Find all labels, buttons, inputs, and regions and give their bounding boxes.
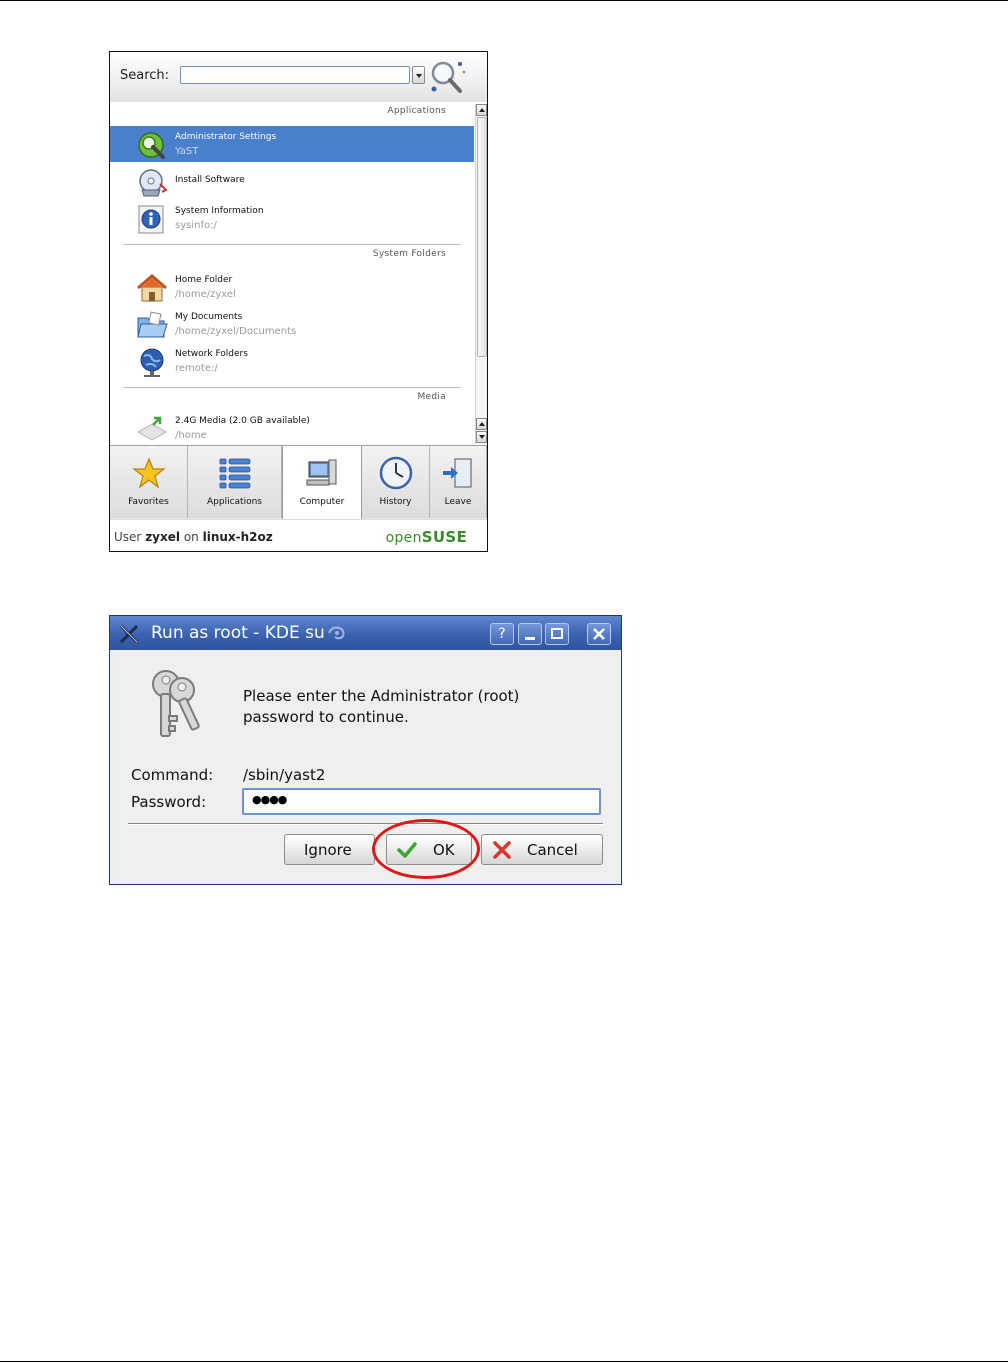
list-item-my-documents[interactable]: My Documents /home/zyxel/Documents xyxy=(110,306,474,342)
item-title: Home Folder xyxy=(175,275,233,285)
dialog-divider xyxy=(128,823,603,824)
scroll-up-button[interactable] xyxy=(476,104,487,116)
kickoff-tab-bar: Favorites Applications Computer History … xyxy=(110,445,487,522)
maximize-icon xyxy=(551,628,563,639)
search-bar: Search: xyxy=(110,52,487,102)
list-item-network-folders[interactable]: Network Folders remote:/ xyxy=(110,343,474,379)
opensuse-logo: openSUSE xyxy=(386,528,467,546)
help-button-label: ? xyxy=(498,626,506,642)
brand-suffix: SUSE xyxy=(421,528,467,546)
kde-swirl-icon xyxy=(328,626,345,640)
brand-prefix: open xyxy=(385,530,422,546)
kdesu-app-icon xyxy=(119,624,139,644)
ok-highlight-circle xyxy=(372,819,480,879)
item-title: My Documents xyxy=(175,312,243,322)
scroll-up-button[interactable] xyxy=(476,418,487,430)
list-item-administrator-settings[interactable]: Administrator Settings YaST xyxy=(110,126,474,162)
tab-applications[interactable]: Applications xyxy=(188,446,282,518)
page-bottom-rule xyxy=(0,1361,1008,1362)
computer-icon xyxy=(306,459,337,486)
section-divider xyxy=(124,244,460,245)
search-label: Search: xyxy=(120,68,170,83)
item-subtitle: /home/zyxel xyxy=(175,289,236,300)
network-icon xyxy=(140,348,164,377)
ignore-button[interactable]: Ignore xyxy=(284,834,375,865)
item-title: Administrator Settings xyxy=(175,132,277,142)
info-icon xyxy=(138,205,164,234)
command-label: Command: xyxy=(131,766,214,784)
folder-icon xyxy=(137,311,168,338)
search-input[interactable] xyxy=(180,66,410,84)
kdesu-dialog: Run as root - KDE su ? Please enter the … xyxy=(109,615,622,885)
item-subtitle: /home/zyxel/Documents xyxy=(175,326,297,337)
page-top-rule xyxy=(0,0,1008,1)
tab-label: History xyxy=(379,497,412,507)
password-mask: ●●●● xyxy=(252,793,287,806)
minimize-icon xyxy=(525,637,535,640)
section-heading-applications: Applications xyxy=(387,106,446,116)
minimize-button[interactable] xyxy=(518,623,542,645)
tab-history[interactable]: History xyxy=(362,446,430,518)
footer-user: zyxel xyxy=(145,530,180,544)
password-label: Password: xyxy=(131,793,207,811)
list-scrollbar[interactable] xyxy=(475,104,487,444)
maximize-button[interactable] xyxy=(545,623,569,645)
command-value: /sbin/yast2 xyxy=(243,766,326,784)
tab-leave[interactable]: Leave xyxy=(430,446,487,518)
dialog-body: Please enter the Administrator (root) pa… xyxy=(114,650,617,880)
tab-computer[interactable]: Computer xyxy=(282,446,362,522)
item-title: Install Software xyxy=(175,175,245,185)
cancel-x-icon xyxy=(493,841,511,859)
section-heading-media: Media xyxy=(417,392,446,402)
close-icon xyxy=(593,628,605,640)
section-heading-system-folders: System Folders xyxy=(372,249,446,259)
item-title: 2.4G Media (2.0 GB available) xyxy=(175,416,310,426)
cancel-button-label: Cancel xyxy=(527,841,578,859)
list-item-system-information[interactable]: System Information sysinfo:/ xyxy=(110,200,474,236)
user-host-info: User zyxel on linux-h2oz xyxy=(114,530,273,544)
tab-label: Applications xyxy=(207,497,262,507)
clock-icon xyxy=(379,456,412,490)
item-subtitle: sysinfo:/ xyxy=(175,220,217,231)
list-item-home-folder[interactable]: Home Folder /home/zyxel xyxy=(110,269,474,305)
item-title: Network Folders xyxy=(175,349,248,359)
item-subtitle: remote:/ xyxy=(175,363,218,374)
kickoff-menu: Search: Applications Administrator Setti… xyxy=(109,51,488,552)
list-item-install-software[interactable]: Install Software xyxy=(110,164,474,200)
yast-icon xyxy=(138,132,165,159)
search-icon[interactable] xyxy=(428,58,468,96)
install-software-icon xyxy=(139,169,168,197)
scroll-thumb[interactable] xyxy=(477,117,487,357)
ignore-button-label: Ignore xyxy=(304,841,352,859)
search-history-dropdown[interactable] xyxy=(412,66,425,84)
section-divider xyxy=(124,387,460,388)
media-icon xyxy=(136,416,168,441)
dialog-message: Please enter the Administrator (root) pa… xyxy=(243,687,520,726)
footer-on: on xyxy=(183,530,199,544)
tab-favorites[interactable]: Favorites xyxy=(110,446,188,518)
password-field[interactable]: ●●●● xyxy=(242,788,601,815)
item-subtitle: /home xyxy=(175,430,207,441)
keys-icon xyxy=(152,670,200,737)
tab-label: Favorites xyxy=(128,497,169,507)
footer-user-prefix: User xyxy=(114,530,142,544)
home-icon xyxy=(137,274,167,302)
kickoff-item-list: Applications Administrator Settings YaST… xyxy=(110,102,474,445)
cancel-button[interactable]: Cancel xyxy=(481,834,603,865)
star-icon xyxy=(131,457,166,489)
scroll-down-button[interactable] xyxy=(476,431,487,443)
tab-label: Leave xyxy=(444,497,472,507)
dialog-titlebar[interactable]: Run as root - KDE su ? xyxy=(110,616,621,650)
list-item-media[interactable]: 2.4G Media (2.0 GB available) /home xyxy=(110,410,474,445)
close-button[interactable] xyxy=(587,623,611,645)
kickoff-footer: User zyxel on linux-h2oz openSUSE xyxy=(110,519,487,551)
leave-icon xyxy=(443,458,472,488)
dialog-title: Run as root - KDE su xyxy=(151,623,325,643)
help-button[interactable]: ? xyxy=(490,623,514,645)
item-title: System Information xyxy=(175,206,264,216)
footer-host: linux-h2oz xyxy=(202,530,273,544)
tab-label: Computer xyxy=(299,497,345,507)
item-subtitle: YaST xyxy=(175,146,199,157)
applications-list-icon xyxy=(219,458,250,489)
